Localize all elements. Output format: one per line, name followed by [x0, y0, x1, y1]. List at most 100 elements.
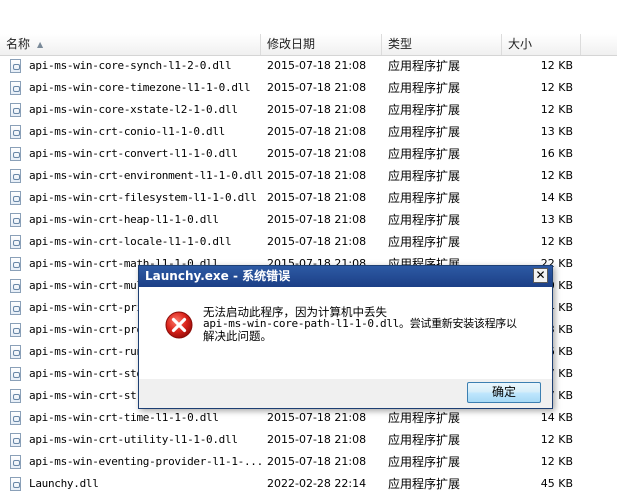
dll-file-icon [10, 235, 21, 249]
dll-file-icon [10, 279, 21, 293]
column-header-type-label: 类型 [388, 37, 413, 51]
table-row[interactable]: api-ms-win-crt-filesystem-l1-1-0.dll 2015… [0, 187, 617, 209]
file-date: 2015-07-18 21:08 [267, 235, 367, 248]
column-header-name[interactable]: 名称 ▲ [0, 34, 261, 55]
file-date: 2015-07-18 21:08 [267, 169, 367, 182]
dialog-message: 无法启动此程序，因为计算机中丢失 api-ms-win-core-path-l1… [203, 306, 533, 342]
column-header-size[interactable]: 大小 [502, 34, 581, 55]
file-type: 应用程序扩展 [388, 147, 461, 161]
dll-file-icon [10, 345, 21, 359]
table-row[interactable]: api-ms-win-core-synch-l1-2-0.dll 2015-07-… [0, 55, 617, 77]
file-date: 2015-07-18 21:08 [267, 59, 367, 72]
file-date: 2015-07-18 21:08 [267, 103, 367, 116]
file-size: 45 KB [540, 477, 573, 490]
file-size: 13 KB [540, 125, 573, 138]
file-type: 应用程序扩展 [388, 455, 461, 469]
file-date: 2015-07-18 21:08 [267, 81, 367, 94]
file-date: 2015-07-18 21:08 [267, 433, 367, 446]
column-header-bar: 名称 ▲ 修改日期 类型 大小 [0, 34, 617, 56]
file-name: api-ms-win-crt-filesystem-l1-1-0.dll [29, 191, 257, 204]
file-size: 12 KB [540, 169, 573, 182]
dll-file-icon [10, 213, 21, 227]
dll-file-icon [10, 81, 21, 95]
sort-ascending-icon: ▲ [37, 40, 44, 49]
file-name: api-ms-win-crt-environment-l1-1-0.dll [29, 169, 263, 182]
table-row[interactable]: api-ms-win-crt-heap-l1-1-0.dll 2015-07-18… [0, 209, 617, 231]
dll-file-icon [10, 59, 21, 73]
table-row[interactable]: api-ms-win-core-timezone-l1-1-0.dll 2015-… [0, 77, 617, 99]
dll-file-icon [10, 301, 21, 315]
file-type: 应用程序扩展 [388, 59, 461, 73]
table-row[interactable]: api-ms-win-crt-utility-l1-1-0.dll 2015-07… [0, 429, 617, 451]
table-row[interactable]: api-ms-win-crt-environment-l1-1-0.dll 201… [0, 165, 617, 187]
dll-file-icon [10, 477, 21, 491]
file-size: 12 KB [540, 235, 573, 248]
dialog-body: 无法启动此程序，因为计算机中丢失 api-ms-win-core-path-l1… [139, 287, 552, 379]
column-header-type[interactable]: 类型 [382, 34, 502, 55]
window-top-area [0, 0, 617, 34]
file-name: api-ms-win-crt-time-l1-1-0.dll [29, 411, 219, 424]
file-size: 12 KB [540, 81, 573, 94]
dll-file-icon [10, 169, 21, 183]
file-name: api-ms-win-crt-convert-l1-1-0.dll [29, 147, 238, 160]
file-name: api-ms-win-core-synch-l1-2-0.dll [29, 59, 232, 72]
table-row[interactable]: api-ms-win-crt-convert-l1-1-0.dll 2015-07… [0, 143, 617, 165]
dialog-message-line-3: 解决此问题。 [203, 329, 272, 343]
file-name: api-ms-win-crt-heap-l1-1-0.dll [29, 213, 219, 226]
file-size: 14 KB [540, 411, 573, 424]
dll-file-icon [10, 433, 21, 447]
file-name: api-ms-win-eventing-provider-l1-1-... [29, 455, 263, 468]
file-date: 2015-07-18 21:08 [267, 191, 367, 204]
file-date: 2015-07-18 21:08 [267, 125, 367, 138]
table-row[interactable]: Launchy.dll 2022-02-28 22:14 应用程序扩展 45 KB [0, 473, 617, 495]
dialog-titlebar[interactable]: Launchy.exe - 系统错误 ✕ [139, 266, 552, 287]
column-header-date[interactable]: 修改日期 [261, 34, 382, 55]
dll-file-icon [10, 125, 21, 139]
file-date: 2015-07-18 21:08 [267, 213, 367, 226]
file-type: 应用程序扩展 [388, 125, 461, 139]
file-size: 12 KB [540, 103, 573, 116]
dialog-title: Launchy.exe - 系统错误 [145, 269, 291, 283]
table-row[interactable]: api-ms-win-crt-locale-l1-1-0.dll 2015-07-… [0, 231, 617, 253]
dll-file-icon [10, 147, 21, 161]
dll-file-icon [10, 323, 21, 337]
file-name: api-ms-win-crt-conio-l1-1-0.dll [29, 125, 225, 138]
file-size: 12 KB [540, 455, 573, 468]
column-header-size-label: 大小 [508, 37, 533, 51]
file-name: api-ms-win-crt-locale-l1-1-0.dll [29, 235, 232, 248]
column-header-filler [581, 34, 617, 55]
file-size: 16 KB [540, 147, 573, 160]
table-row[interactable]: api-ms-win-eventing-provider-l1-1-... 201… [0, 451, 617, 473]
table-row[interactable]: api-ms-win-crt-time-l1-1-0.dll 2015-07-18… [0, 407, 617, 429]
dll-file-icon [10, 389, 21, 403]
dll-file-icon [10, 411, 21, 425]
error-icon [165, 311, 193, 339]
file-date: 2022-02-28 22:14 [267, 477, 367, 490]
file-name: api-ms-win-crt-utility-l1-1-0.dll [29, 433, 238, 446]
table-row[interactable]: api-ms-win-core-xstate-l2-1-0.dll 2015-07… [0, 99, 617, 121]
ok-button[interactable]: 确定 [467, 382, 541, 403]
dll-file-icon [10, 103, 21, 117]
error-dialog: Launchy.exe - 系统错误 ✕ 无法启动此程序，因为计算机中丢失 ap… [138, 265, 553, 409]
file-type: 应用程序扩展 [388, 411, 461, 425]
file-type: 应用程序扩展 [388, 213, 461, 227]
column-header-date-label: 修改日期 [267, 37, 316, 51]
table-row[interactable]: api-ms-win-crt-conio-l1-1-0.dll 2015-07-1… [0, 121, 617, 143]
file-name: api-ms-win-core-xstate-l2-1-0.dll [29, 103, 238, 116]
dll-file-icon [10, 455, 21, 469]
dll-file-icon [10, 191, 21, 205]
close-icon: ✕ [535, 268, 546, 282]
file-type: 应用程序扩展 [388, 81, 461, 95]
file-date: 2015-07-18 21:08 [267, 455, 367, 468]
dialog-close-button[interactable]: ✕ [533, 268, 548, 283]
file-size: 12 KB [540, 59, 573, 72]
file-size: 13 KB [540, 213, 573, 226]
dialog-button-bar: 确定 [139, 379, 552, 408]
dll-file-icon [10, 257, 21, 271]
file-type: 应用程序扩展 [388, 103, 461, 117]
file-type: 应用程序扩展 [388, 169, 461, 183]
file-type: 应用程序扩展 [388, 477, 461, 491]
file-size: 14 KB [540, 191, 573, 204]
file-size: 12 KB [540, 433, 573, 446]
dll-file-icon [10, 367, 21, 381]
